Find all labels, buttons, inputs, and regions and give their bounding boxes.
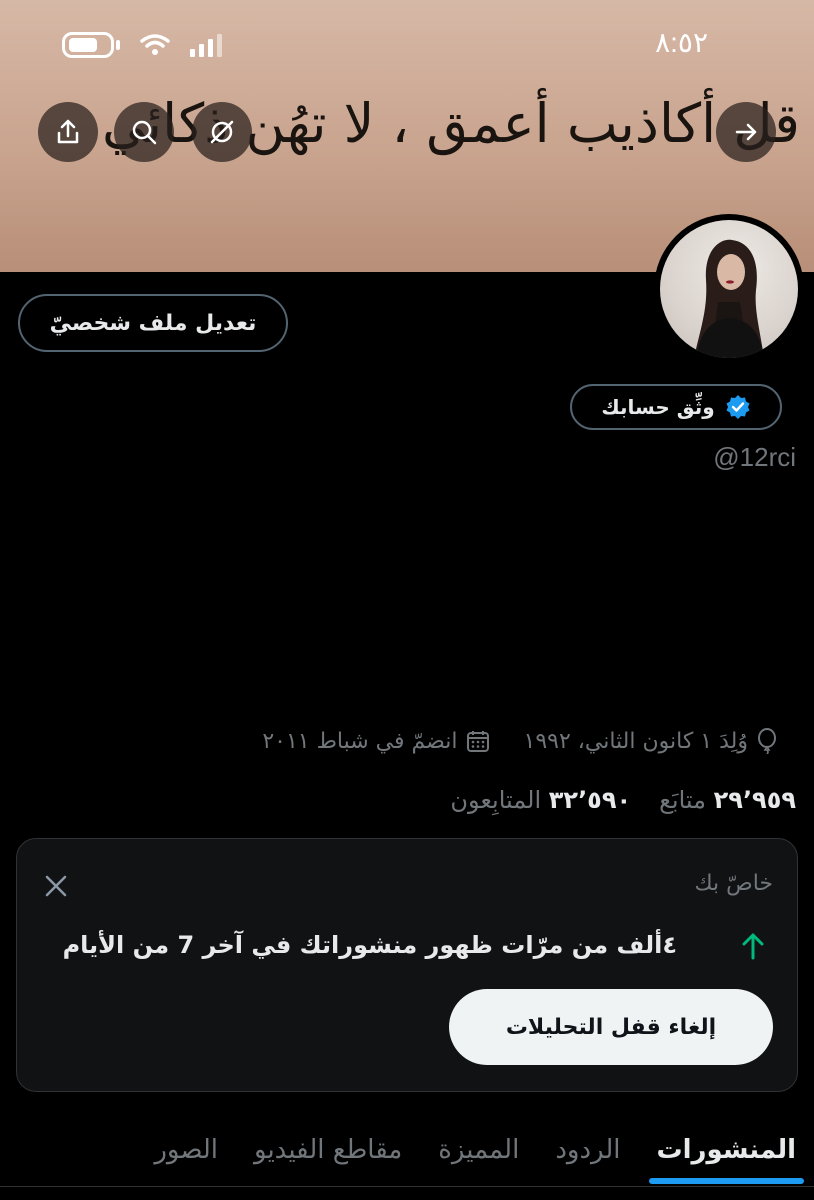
tab-label: المنشورات: [656, 1135, 796, 1165]
following-link[interactable]: ٢٩٬٩٥٩ متابَع: [659, 786, 796, 814]
birthdate-text: وُلِدَ ١ كانون الثاني، ١٩٩٢: [523, 728, 749, 754]
avatar-photo: [660, 220, 798, 358]
active-tab-indicator: [648, 1178, 804, 1184]
status-icons: [62, 32, 222, 58]
join-date-text: انضمّ في شباط ٢٠١١: [262, 728, 458, 754]
tab-photos[interactable]: الصور: [136, 1110, 236, 1190]
tab-videos[interactable]: مقاطع الفيديو: [236, 1110, 420, 1190]
followers-count: ٣٢٬٥٩٠: [548, 786, 632, 814]
card-title: خاصّ بك: [694, 871, 773, 896]
card-close-button[interactable]: [43, 873, 69, 903]
eye-off-icon: [210, 120, 234, 144]
search-icon: [132, 120, 157, 145]
forward-button[interactable]: [716, 102, 776, 162]
arrow-right-icon: [735, 123, 757, 141]
signal-icon: [190, 33, 222, 57]
edit-profile-button[interactable]: تعديل ملف شخصيّ: [18, 294, 288, 352]
birthdate: وُلِدَ ١ كانون الثاني، ١٩٩٢: [524, 728, 779, 754]
share-button[interactable]: [38, 102, 98, 162]
unlock-analytics-button[interactable]: إلغاء قفل التحليلات: [449, 989, 773, 1065]
verify-label: وثِّق حسابك: [601, 395, 715, 419]
avatar[interactable]: [654, 214, 804, 364]
tab-label: الصور: [154, 1135, 219, 1165]
impressions-message: ٤ألف من مرّات ظهور منشوراتك في آخر 7 من …: [62, 931, 677, 959]
hide-button[interactable]: [192, 102, 252, 162]
battery-icon: [62, 32, 120, 58]
verified-badge-icon: [726, 395, 750, 419]
calendar-icon: [466, 731, 489, 752]
following-count: ٢٩٬٩٥٩: [713, 786, 796, 814]
profile-meta: وُلِدَ ١ كانون الثاني، ١٩٩٢ انضمّ في شبا…: [262, 728, 778, 754]
tab-posts[interactable]: المنشورات: [639, 1110, 814, 1190]
close-icon: [45, 875, 67, 897]
following-label: متابَع: [659, 786, 706, 814]
balloon-icon: [758, 728, 776, 754]
tab-highlights[interactable]: المميزة: [420, 1110, 537, 1190]
tab-replies[interactable]: الردود: [537, 1110, 638, 1190]
followers-label: المتابِعون: [450, 786, 542, 814]
tab-label: المميزة: [438, 1135, 520, 1165]
followers-link[interactable]: ٣٢٬٥٩٠ المتابِعون: [450, 786, 631, 814]
trend-up-icon: [739, 931, 767, 965]
share-icon: [57, 119, 79, 144]
search-button[interactable]: [114, 102, 174, 162]
analytics-card: خاصّ بك ٤ألف من مرّات ظهور منشوراتك في آ…: [16, 838, 798, 1092]
status-time: ٨:٥٢: [655, 27, 708, 58]
tabs-divider: [0, 1186, 814, 1187]
verify-account-button[interactable]: وثِّق حسابك: [570, 384, 782, 430]
wifi-icon: [140, 34, 170, 55]
tab-label: مقاطع الفيديو: [254, 1135, 403, 1165]
tab-label: الردود: [555, 1135, 621, 1165]
user-handle: @12rci: [713, 442, 796, 472]
follow-stats: ٢٩٬٩٥٩ متابَع ٣٢٬٥٩٠ المتابِعون: [450, 786, 796, 814]
profile-tabs: المنشورات الردود المميزة مقاطع الفيديو ا…: [0, 1110, 814, 1190]
join-date: انضمّ في شباط ٢٠١١: [262, 729, 489, 754]
